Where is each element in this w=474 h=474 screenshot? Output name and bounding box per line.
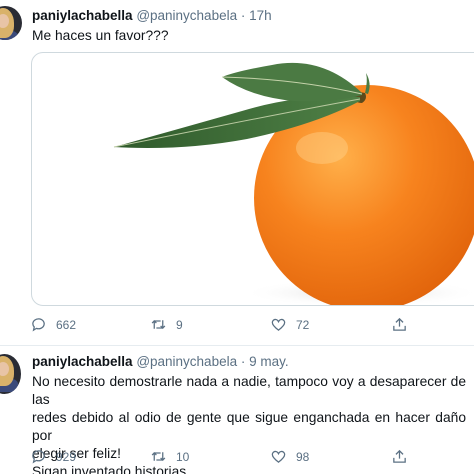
reply-icon	[32, 318, 45, 332]
avatar[interactable]	[0, 6, 22, 40]
reply-button[interactable]: 662	[30, 316, 76, 333]
author-handle[interactable]: @paninychabela	[136, 354, 237, 369]
tweet-text-line: redes debido al odio de gente que sigue …	[32, 410, 466, 443]
like-count: 72	[296, 317, 310, 332]
like-icon	[271, 450, 286, 463]
reply-icon	[32, 450, 45, 464]
author-handle[interactable]: @paninychabela	[136, 8, 237, 23]
retweet-icon	[151, 320, 166, 329]
like-count: 98	[296, 449, 310, 464]
tweet-text-line: No necesito demostrarle nada a nadie, ta…	[32, 374, 466, 407]
retweet-button[interactable]: 9	[150, 316, 183, 333]
tweet-timestamp[interactable]: 17h	[249, 8, 272, 23]
like-icon	[271, 318, 286, 331]
share-icon	[393, 449, 406, 463]
tweet-text: Me haces un favor???	[32, 27, 466, 45]
share-button[interactable]	[391, 316, 408, 333]
tweet-text-line: Me haces un favor???	[32, 28, 169, 43]
retweet-button[interactable]: 10	[150, 448, 189, 465]
retweet-count: 9	[176, 317, 183, 332]
share-icon	[393, 317, 406, 331]
tweet-2[interactable]: paniylachabella @paninychabela · 9 may. …	[0, 345, 474, 474]
like-button[interactable]: 72	[270, 316, 309, 333]
tweet-actions: 929 10 98	[30, 448, 450, 468]
like-button[interactable]: 98	[270, 448, 309, 465]
separator-dot: ·	[240, 8, 246, 23]
author-name[interactable]: paniylachabella	[32, 8, 133, 23]
tweet-timestamp[interactable]: 9 may.	[249, 354, 289, 369]
author-name[interactable]: paniylachabella	[32, 354, 133, 369]
tweet-header: paniylachabella @paninychabela · 9 may.	[32, 353, 289, 371]
reply-count: 929	[56, 449, 77, 464]
orange-image	[113, 62, 474, 305]
share-button[interactable]	[391, 448, 408, 465]
retweet-icon	[151, 452, 166, 461]
tweet-header: paniylachabella @paninychabela · 17h	[32, 7, 272, 25]
reply-count: 662	[56, 317, 77, 332]
retweet-count: 10	[176, 449, 190, 464]
tweet-actions: 662 9 72	[30, 316, 450, 336]
tweet-1[interactable]: paniylachabella @paninychabela · 17h Me …	[0, 0, 474, 345]
tweet-media-image[interactable]	[31, 52, 474, 306]
separator-dot: ·	[240, 354, 246, 369]
reply-button[interactable]: 929	[30, 448, 76, 465]
avatar[interactable]	[0, 354, 21, 394]
